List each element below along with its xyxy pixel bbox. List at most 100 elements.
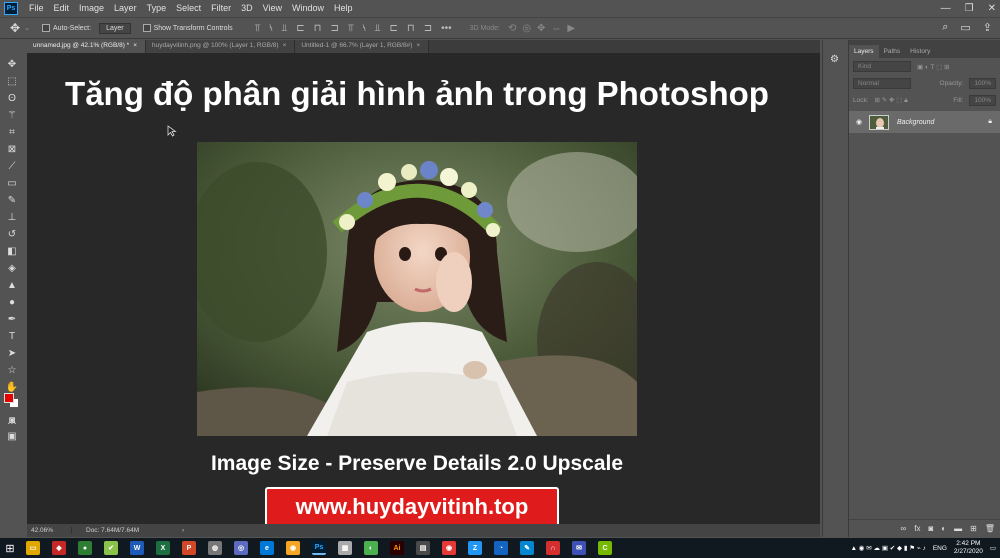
more-options-icon[interactable]: ••• <box>441 23 452 34</box>
close-tab-icon[interactable]: × <box>416 42 420 49</box>
foreground-color-swatch[interactable] <box>4 393 14 403</box>
tab-huydayvitinh[interactable]: huydayvitinh.png @ 100% (Layer 1, RGB/8)… <box>146 40 296 53</box>
move-tool-icon[interactable]: ✥ <box>10 21 20 35</box>
filter-icons[interactable]: ▣ ◐ T ⬚ ⊞ <box>917 63 950 71</box>
close-tab-icon[interactable]: × <box>283 42 287 49</box>
fx-icon[interactable]: fx <box>914 524 920 533</box>
align-bottom-icon[interactable]: ⫫ <box>282 23 288 34</box>
marquee-tool-icon[interactable]: ⬚ <box>2 73 22 90</box>
properties-panel-icon[interactable]: ⚙ <box>829 54 841 66</box>
paint-bucket-tool-icon[interactable]: ◈ <box>2 260 22 277</box>
link-layers-icon[interactable]: ∞ <box>901 524 907 533</box>
app-icon-brush[interactable]: ✎ <box>520 541 534 555</box>
close-tab-icon[interactable]: × <box>133 42 137 49</box>
tab-paths[interactable]: Paths <box>879 45 906 58</box>
minimize-button[interactable]: — <box>941 3 951 14</box>
menu-help[interactable]: Help <box>329 3 358 13</box>
align-middle-icon[interactable]: ⧷ <box>269 23 272 34</box>
distribute-right-icon[interactable]: ⊐ <box>424 23 432 34</box>
clone-stamp-tool-icon[interactable]: ⊥ <box>2 209 22 226</box>
menu-view[interactable]: View <box>258 3 287 13</box>
notification-icon[interactable]: ▭ <box>990 544 996 552</box>
distribute-center-icon[interactable]: ⊓ <box>407 23 415 34</box>
app-icon-box[interactable]: ▤ <box>416 541 430 555</box>
healing-tool-icon[interactable]: ▭ <box>2 175 22 192</box>
auto-select-checkbox[interactable] <box>41 24 50 32</box>
app-icon-magnet[interactable]: ∩ <box>546 541 560 555</box>
chevron-down-icon[interactable]: ⌄ <box>24 24 30 32</box>
align-right-icon[interactable]: ⊐ <box>330 23 338 34</box>
new-group-icon[interactable]: ▬ <box>954 524 962 533</box>
distribute-bottom-icon[interactable]: ⫫ <box>375 23 381 34</box>
menu-3d[interactable]: 3D <box>236 3 258 13</box>
3d-mode-icons[interactable]: ⟲◎✥⇔▶ <box>508 23 581 34</box>
app-icon-gauge[interactable]: ◔ <box>494 541 508 555</box>
distribute-left-icon[interactable]: ⊏ <box>389 23 397 34</box>
powerpoint-icon[interactable]: P <box>182 541 196 555</box>
menu-file[interactable]: File <box>24 3 49 13</box>
edge-icon[interactable]: e <box>260 541 274 555</box>
app-icon-chat[interactable]: ✉ <box>572 541 586 555</box>
shape-tool-icon[interactable]: ☆ <box>2 362 22 379</box>
app-icon-grey[interactable]: ◍ <box>208 541 222 555</box>
photoshop-taskbar-icon[interactable]: Ps <box>312 541 326 555</box>
align-center-icon[interactable]: ⊓ <box>314 23 322 34</box>
menu-select[interactable]: Select <box>171 3 206 13</box>
move-tool-icon[interactable]: ✥ <box>2 56 22 73</box>
menu-layer[interactable]: Layer <box>109 3 142 13</box>
start-button[interactable]: ⊞ <box>0 538 20 558</box>
brush-tool-icon[interactable]: ✎ <box>2 192 22 209</box>
adjustment-layer-icon[interactable]: ◐ <box>941 524 946 533</box>
word-icon[interactable]: W <box>130 541 144 555</box>
zoom-level[interactable]: 42.06% <box>27 527 72 534</box>
distribute-middle-icon[interactable]: ⧷ <box>362 23 365 34</box>
show-transform-checkbox[interactable] <box>142 24 151 32</box>
clock[interactable]: 2:42 PM 2/27/2020 <box>954 540 983 556</box>
close-button[interactable]: ✕ <box>988 3 996 14</box>
history-brush-tool-icon[interactable]: ↺ <box>2 226 22 243</box>
lasso-tool-icon[interactable]: ʘ <box>2 90 22 107</box>
align-top-icon[interactable]: ⫪ <box>255 23 261 34</box>
zalo-icon[interactable]: Z <box>468 541 482 555</box>
screen-mode-icon[interactable]: ▣ <box>2 428 22 445</box>
eyedropper-tool-icon[interactable]: ⟋ <box>2 158 22 175</box>
excel-icon[interactable]: X <box>156 541 170 555</box>
fill-field[interactable]: 100% <box>969 95 996 106</box>
pen-tool-icon[interactable]: ✒ <box>2 311 22 328</box>
menu-filter[interactable]: Filter <box>206 3 236 13</box>
chrome-icon[interactable]: ◉ <box>442 541 456 555</box>
calculator-icon[interactable]: ▦ <box>338 541 352 555</box>
type-tool-icon[interactable]: T <box>2 328 22 345</box>
share-icon[interactable]: ⇪ <box>983 21 992 34</box>
kind-filter[interactable]: Kind <box>853 61 911 72</box>
app-icon-orange[interactable]: ◉ <box>286 541 300 555</box>
canvas-area[interactable]: Tăng độ phân giải hình ảnh trong Photosh… <box>27 53 820 527</box>
auto-select-dropdown[interactable]: Layer <box>99 22 131 34</box>
eye-icon[interactable]: ◉ <box>849 118 869 126</box>
add-mask-icon[interactable]: ◙ <box>928 524 933 533</box>
opacity-field[interactable]: 100% <box>969 78 996 89</box>
workspace-icon[interactable]: ▭ <box>960 21 970 34</box>
tab-history[interactable]: History <box>905 45 935 58</box>
file-explorer-icon[interactable]: ▭ <box>26 541 40 555</box>
tray-icons[interactable]: ▲ ◉ ✉ ☁ ▣ ✔ ◆ ▮ ⚑ ⌁ ♪ <box>851 544 926 552</box>
menu-type[interactable]: Type <box>142 3 172 13</box>
menu-image[interactable]: Image <box>74 3 109 13</box>
search-icon[interactable]: ⌕ <box>942 21 948 34</box>
app-icon-lime[interactable]: ✔ <box>104 541 118 555</box>
lock-icons[interactable]: ⊞ ✎ ✥ ⬚ 🔒︎ <box>875 96 908 105</box>
blur-tool-icon[interactable]: ▲ <box>2 277 22 294</box>
frame-tool-icon[interactable]: ⊠ <box>2 141 22 158</box>
layer-row-background[interactable]: ◉ Background 🔒︎ <box>849 111 1000 133</box>
app-icon-green[interactable]: ● <box>78 541 92 555</box>
path-selection-tool-icon[interactable]: ➤ <box>2 345 22 362</box>
status-menu-arrow[interactable]: › <box>182 527 184 534</box>
new-layer-icon[interactable]: ⊞ <box>970 524 977 533</box>
restore-button[interactable]: ❐ <box>965 3 974 14</box>
language-indicator[interactable]: ENG <box>933 545 947 552</box>
app-icon-indigo[interactable]: ◎ <box>234 541 248 555</box>
menu-edit[interactable]: Edit <box>49 3 75 13</box>
illustrator-icon[interactable]: Ai <box>390 541 404 555</box>
magic-wand-tool-icon[interactable]: ⚚ <box>2 107 22 124</box>
blend-mode-dropdown[interactable]: Normal <box>853 78 911 89</box>
